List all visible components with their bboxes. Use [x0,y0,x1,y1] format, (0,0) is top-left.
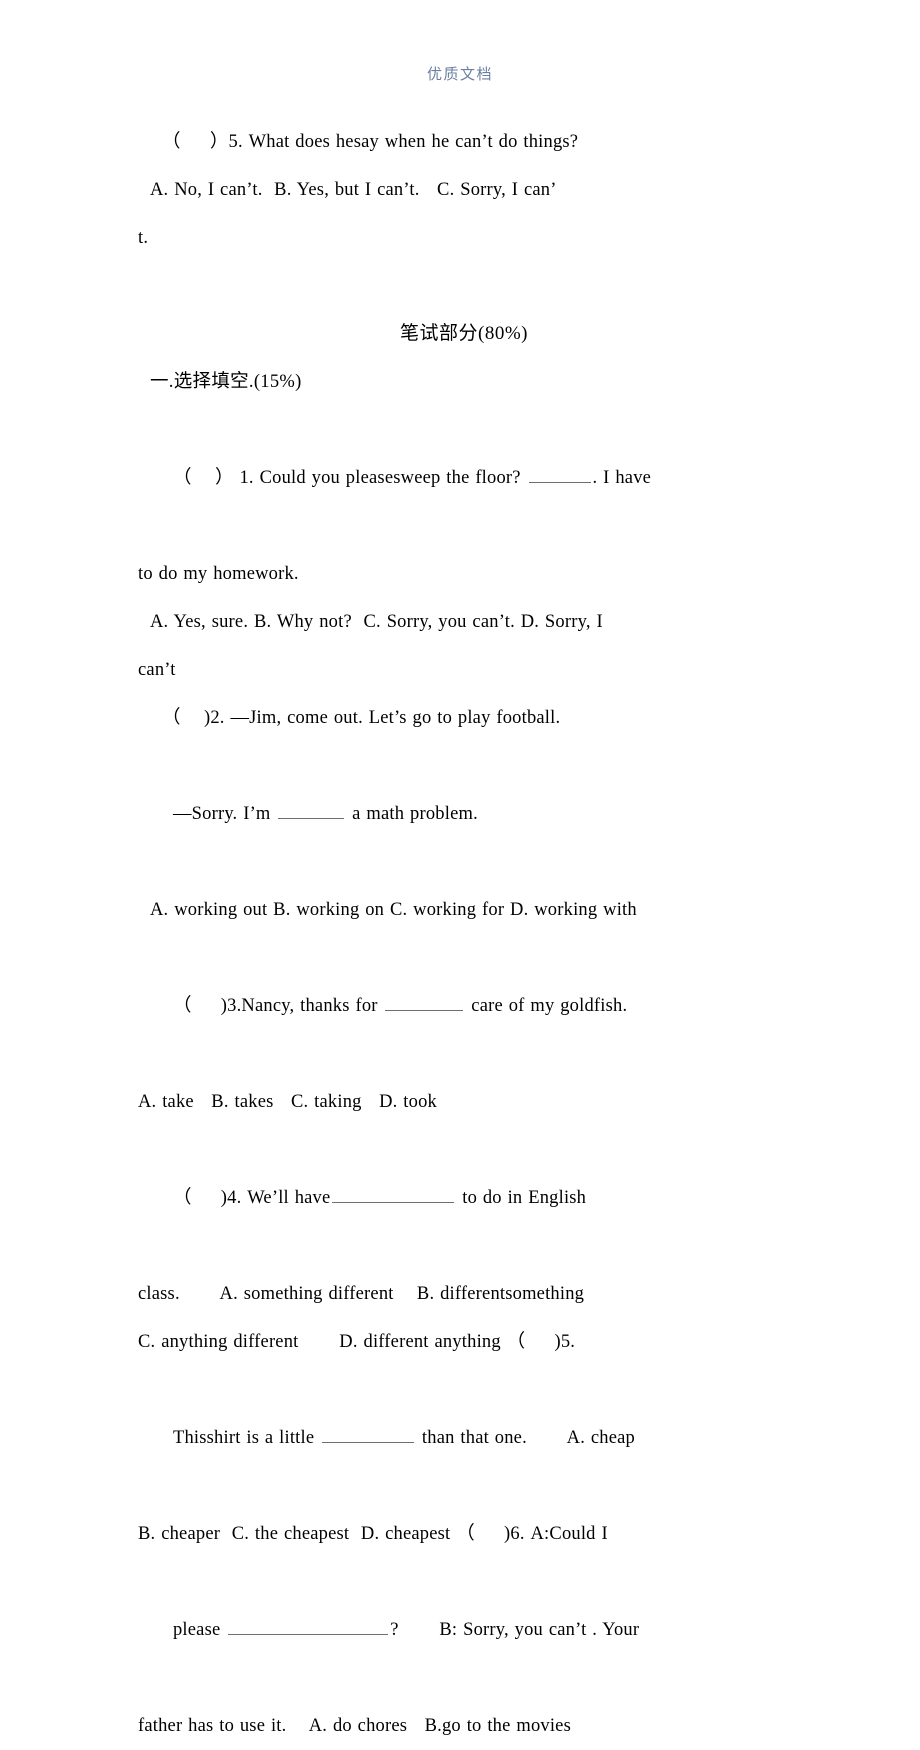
question-4-stem-wrap: class. A. something different B. differe… [138,1284,585,1304]
question-1-options-line-2: can’t [138,660,176,680]
question-3-options: A. take B. takes C. taking D. took [138,1092,437,1112]
question-1-stem-wrap: to do my homework. [138,564,299,584]
question-1-options-line-1: A. Yes, sure. B. Why not? C. Sorry, you … [150,612,603,632]
question-4-stem: （ )4. We’ll have to do in English [138,1126,790,1270]
question-4-stem-post: to do in English [456,1188,587,1208]
document-page: 优质文档 （ ）5. What does hesay when he can’t… [0,0,920,1736]
question-3-stem-post: care of my goldfish. [465,996,628,1016]
question-4-stem-pre: （ )4. We’ll have [172,1188,331,1208]
question-1-blank[interactable] [528,464,591,483]
question-2-options: A. working out B. working on C. working … [150,900,637,920]
question-5-stem: Thisshirt is a little than that one. A. … [138,1366,790,1510]
question-6-stem: please ? B: Sorry, you can’t . Your [138,1558,790,1702]
question-4-blank[interactable] [332,1184,455,1203]
question-6-blank[interactable] [228,1616,389,1635]
listening-q5-stem: （ ）5. What does hesay when he can’t do t… [162,132,579,152]
listening-q5-options-wrap: t. [138,228,149,248]
question-6-stem-pre: please [172,1620,227,1640]
question-2-stem-post: a math problem. [346,804,478,824]
question-1-stem-pre: （ ） 1. Could you pleasesweep the floor? [172,468,527,488]
question-5-options-tail: B. cheaper C. the cheapest D. cheapest （… [138,1524,608,1544]
question-5-stem-post: than that one. A. cheap [416,1428,636,1448]
listening-q5-options: A. No, I can’t. B. Yes, but I can’t. C. … [150,180,557,200]
watermark-text: 优质文档 [426,65,493,83]
question-5-stem-pre: Thisshirt is a little [172,1428,321,1448]
question-6-stem-wrap: father has to use it. A. do chores B.go … [138,1716,571,1736]
question-5-blank[interactable] [322,1424,415,1443]
document-body: （ ）5. What does hesay when he can’t do t… [138,118,790,1750]
written-section-title: 笔试部分(80%) [400,323,528,344]
part-one-title: 一.选择填空.(15%) [150,372,302,392]
question-2-blank[interactable] [278,800,345,819]
question-3-stem: （ )3.Nancy, thanks for care of my goldfi… [138,934,790,1078]
question-3-blank[interactable] [385,992,464,1011]
question-6-stem-post: ? B: Sorry, you can’t . Your [390,1620,640,1640]
question-2-stem: （ )2. —Jim, come out. Let’s go to play f… [162,708,561,728]
question-1-stem: （ ） 1. Could you pleasesweep the floor? … [138,406,790,550]
question-2-stem-pre: —Sorry. I’m [172,804,277,824]
question-4-options-tail: C. anything different D. different anyth… [138,1332,576,1352]
question-2-stem-line-2: —Sorry. I’m a math problem. [138,742,790,886]
question-3-stem-pre: （ )3.Nancy, thanks for [172,996,384,1016]
question-1-stem-post: . I have [592,468,652,488]
